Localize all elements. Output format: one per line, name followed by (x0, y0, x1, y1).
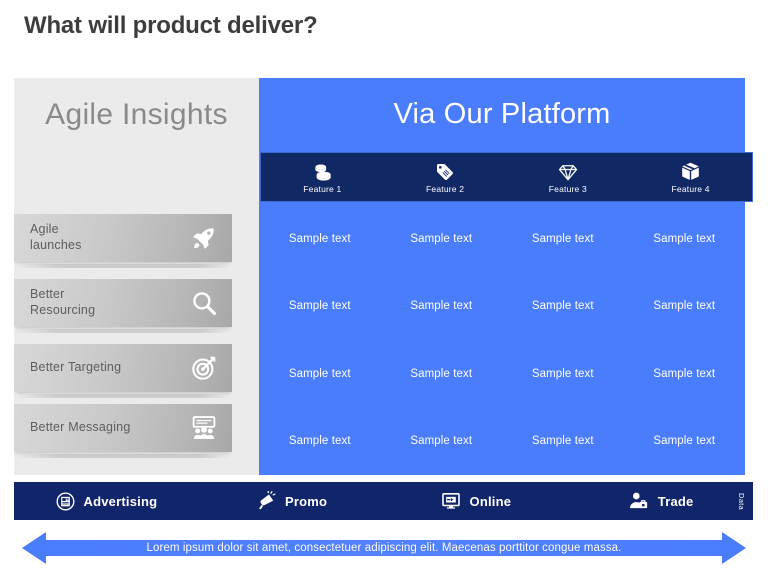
page-title: What will product deliver? (24, 12, 318, 39)
grid-cell[interactable]: Sample text (624, 408, 746, 476)
grid-cell[interactable]: Sample text (381, 205, 503, 273)
insight-label: Better Messaging (30, 420, 131, 435)
grid-cell[interactable]: Sample text (259, 340, 381, 408)
channel-trade[interactable]: Trade (568, 491, 753, 511)
feature-column-2[interactable]: Feature 2 (384, 153, 507, 201)
insight-item-better-targeting[interactable]: Better Targeting (14, 344, 232, 398)
feature-column-3[interactable]: Feature 3 (507, 153, 630, 201)
feature-label: Feature 3 (548, 184, 587, 194)
channel-label: Advertising (83, 493, 158, 509)
insight-label: Agile launches (30, 222, 82, 252)
left-panel-heading: Agile Insights (45, 98, 228, 131)
feature-label: Feature 2 (426, 184, 465, 194)
grid-cell[interactable]: Sample text (381, 340, 503, 408)
insight-item-agile-launches[interactable]: Agile launches (14, 214, 232, 268)
target-icon (182, 354, 226, 382)
feature-column-1[interactable]: Feature 1 (261, 153, 384, 201)
sample-text-grid: Sample text Sample text Sample text Samp… (259, 205, 745, 475)
footer-arrow-text: Lorem ipsum dolor sit amet, consectetuer… (146, 542, 622, 554)
grid-cell[interactable]: Sample text (259, 205, 381, 273)
trade-person-icon (628, 491, 649, 511)
channel-label: Trade (657, 493, 694, 509)
price-tag-icon (435, 160, 455, 182)
feature-column-4[interactable]: Feature 4 (629, 153, 752, 201)
grid-cell[interactable]: Sample text (259, 408, 381, 476)
channel-label: Promo (285, 493, 328, 509)
coins-icon (311, 160, 333, 182)
rocket-icon (182, 225, 226, 251)
grid-cell[interactable]: Sample text (502, 340, 624, 408)
grid-cell[interactable]: Sample text (381, 408, 503, 476)
newspaper-icon (56, 492, 75, 511)
grid-cell[interactable]: Sample text (624, 340, 746, 408)
grid-cell[interactable]: Sample text (502, 205, 624, 273)
channel-promo[interactable]: Promo (199, 491, 384, 511)
insight-label: Better Targeting (30, 360, 122, 375)
megaphone-icon (255, 491, 276, 511)
channel-online[interactable]: Online (384, 491, 569, 511)
data-side-label: Data (737, 492, 747, 510)
diamond-icon (557, 160, 579, 182)
presentation-icon (182, 413, 226, 443)
insight-item-better-resourcing[interactable]: Better Resourcing (14, 279, 232, 333)
grid-cell[interactable]: Sample text (381, 273, 503, 341)
grid-cell[interactable]: Sample text (624, 273, 746, 341)
magnifier-icon (182, 289, 226, 317)
channel-label: Online (469, 493, 512, 509)
platform-heading: Via Our Platform (393, 97, 611, 130)
feature-header-bar: Feature 1 Feature 2 Feature 3 Feature 4 (260, 152, 753, 202)
grid-cell[interactable]: Sample text (502, 408, 624, 476)
box-icon (680, 160, 701, 182)
grid-cell[interactable]: Sample text (259, 273, 381, 341)
grid-cell[interactable]: Sample text (624, 205, 746, 273)
feature-label: Feature 1 (303, 184, 342, 194)
grid-cell[interactable]: Sample text (502, 273, 624, 341)
slide-canvas: What will product deliver? Agile Insight… (0, 0, 768, 576)
channel-advertising[interactable]: Advertising (14, 492, 199, 511)
insight-label: Better Resourcing (30, 287, 96, 317)
insight-item-better-messaging[interactable]: Better Messaging (14, 404, 232, 458)
monitor-icon (441, 491, 461, 511)
channel-bar: Advertising Promo Online Trade Data (14, 482, 753, 520)
footer-arrow: Lorem ipsum dolor sit amet, consectetuer… (22, 528, 746, 568)
feature-label: Feature 4 (671, 184, 710, 194)
